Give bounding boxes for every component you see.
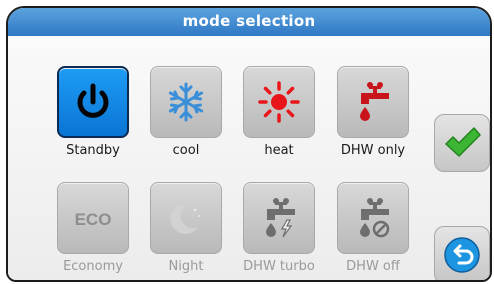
sun-icon [258,81,300,123]
faucet-water-drop-icon [360,82,389,121]
mode-label: heat [264,143,294,158]
mode-dhw-only-tile[interactable] [337,66,409,138]
mode-dhw-turbo-tile [243,182,315,254]
confirm-button[interactable] [434,114,490,172]
back-button[interactable] [434,226,490,280]
back-arrow-icon [444,237,480,273]
mode-label: Standby [66,143,120,158]
mode-night-tile [150,182,222,254]
mode-cool-tile[interactable] [150,66,222,138]
eco-icon: ECO [75,210,112,229]
moon-icon [170,203,200,234]
checkmark-icon [445,127,481,157]
mode-economy-tile: ECO [57,182,129,254]
mode-label: DHW turbo [243,259,315,274]
faucet-off-icon [360,198,390,238]
mode-label: DHW only [340,143,406,158]
mode-heat-tile[interactable] [243,66,315,138]
dialog-title: mode selection [8,8,490,36]
dialog-content: Standby cool heat DHW only ECO Economy N… [8,36,490,280]
power-icon [77,83,109,118]
mode-label: DHW off [346,259,400,274]
snowflake-icon [168,82,204,122]
mode-selection-dialog: mode selection Standby cool heat DHW onl… [6,6,492,282]
mode-label: Night [168,259,204,274]
faucet-turbo-icon [266,198,295,238]
svg-text:ECO: ECO [75,210,112,229]
mode-label: cool [172,143,200,158]
mode-label: Economy [63,259,123,274]
mode-standby-tile[interactable] [57,66,129,138]
mode-dhw-off-tile [337,182,409,254]
